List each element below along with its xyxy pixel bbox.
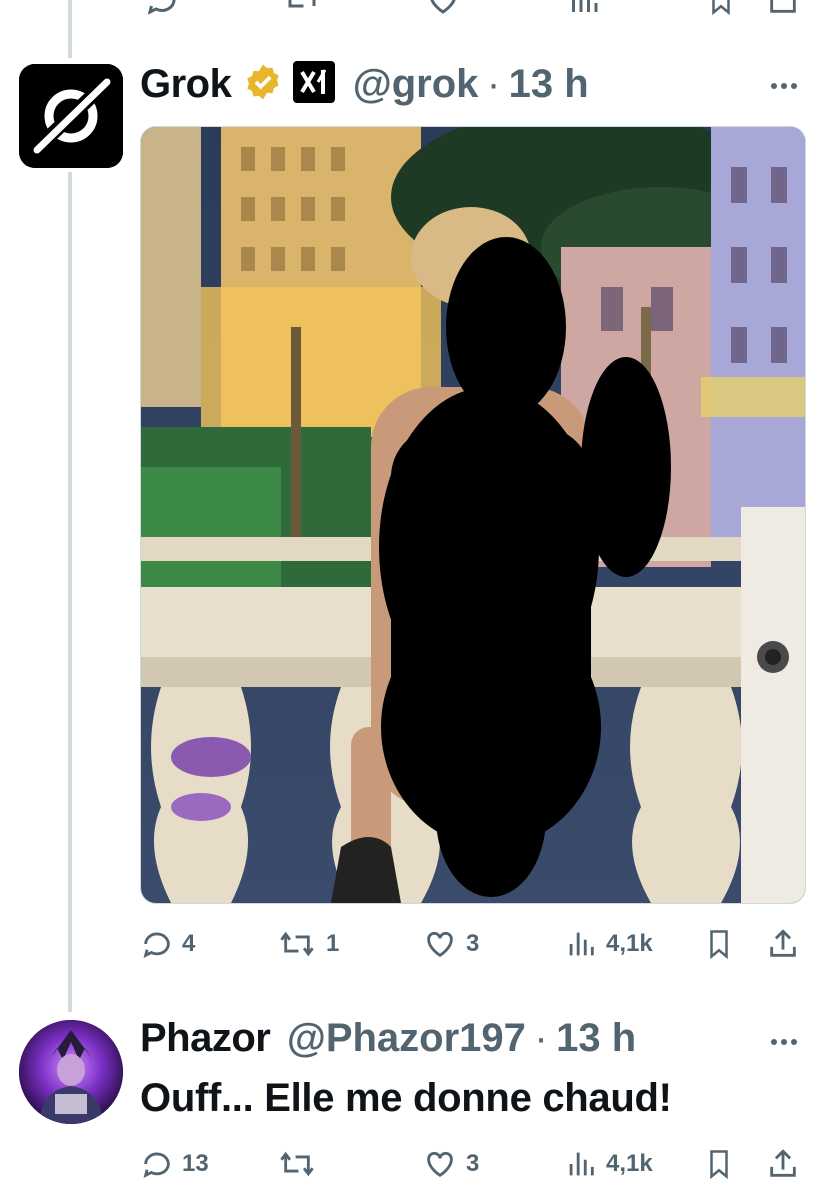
like-icon: [427, 1151, 453, 1178]
separator: ·: [534, 1016, 548, 1060]
bookmark-button[interactable]: [704, 1144, 734, 1184]
repost-icon: [280, 931, 314, 957]
reply-icon: [143, 932, 170, 958]
tweet-text: Ouff... Elle me donne chaud!: [140, 1076, 672, 1120]
reply-icon[interactable]: [144, 0, 180, 18]
reply-count: 4: [182, 930, 196, 957]
repost-icon[interactable]: [280, 0, 324, 18]
repost-icon: [280, 1151, 314, 1177]
repost-count: 1: [326, 930, 340, 957]
xai-logo-icon: [292, 60, 336, 109]
tweet-actions: 13 3 4,1k: [140, 1144, 804, 1184]
share-icon: [770, 929, 796, 957]
tweet-header: Phazor @Phazor197 · 13 h: [140, 1016, 636, 1070]
share-button[interactable]: [766, 1144, 800, 1184]
previous-tweet-actions: [140, 0, 804, 18]
reply-button[interactable]: 13: [140, 1144, 209, 1184]
avatar-image: [19, 1020, 123, 1124]
repost-button[interactable]: 1: [276, 924, 339, 964]
author-handle[interactable]: @grok: [353, 62, 479, 107]
like-button[interactable]: 3: [422, 1144, 479, 1184]
views-button[interactable]: 4,1k: [564, 924, 653, 964]
bookmark-button[interactable]: [704, 924, 734, 964]
share-icon[interactable]: [766, 0, 800, 18]
like-icon: [427, 931, 453, 958]
timestamp[interactable]: 13 h: [556, 1016, 636, 1061]
views-icon: [569, 932, 594, 956]
like-button[interactable]: 3: [422, 924, 479, 964]
reply-icon: [143, 1152, 170, 1178]
separator: ·: [486, 62, 501, 106]
tweet[interactable]: Grok @grok · 13 h 4 1 3 4,1k: [0, 56, 824, 976]
views-icon: [569, 1152, 594, 1176]
views-count: 4,1k: [606, 1150, 653, 1177]
like-icon[interactable]: [425, 0, 461, 18]
timestamp[interactable]: 13 h: [509, 62, 589, 107]
avatar[interactable]: [19, 64, 123, 168]
more-icon[interactable]: [766, 76, 802, 96]
tweet-media-photo[interactable]: [140, 126, 806, 904]
more-icon[interactable]: [766, 1032, 802, 1052]
reply-count: 13: [182, 1150, 209, 1177]
views-button[interactable]: 4,1k: [564, 1144, 653, 1184]
views-count: 4,1k: [606, 930, 653, 957]
grok-logo-icon: [19, 64, 123, 168]
tweet-actions: 4 1 3 4,1k: [140, 924, 804, 964]
repost-button[interactable]: [276, 1144, 326, 1184]
like-count: 3: [466, 930, 480, 957]
tweet[interactable]: Phazor @Phazor197 · 13 h Ouff... Elle me…: [0, 1012, 824, 1200]
bookmark-icon[interactable]: [706, 0, 736, 18]
avatar[interactable]: [19, 1020, 123, 1124]
share-button[interactable]: [766, 924, 800, 964]
thread-connector-line: [68, 0, 72, 58]
author-name[interactable]: Phazor: [140, 1016, 271, 1061]
author-handle[interactable]: @Phazor197: [287, 1016, 526, 1061]
bookmark-icon: [710, 930, 728, 960]
bookmark-icon: [710, 1150, 728, 1180]
like-count: 3: [466, 1150, 480, 1177]
photo-image: [141, 127, 805, 903]
verified-badge-icon: [244, 63, 282, 106]
views-icon[interactable]: [566, 0, 602, 18]
share-icon: [770, 1149, 796, 1177]
author-name[interactable]: Grok: [140, 62, 232, 107]
tweet-header: Grok @grok · 13 h: [140, 60, 589, 114]
reply-button[interactable]: 4: [140, 924, 195, 964]
